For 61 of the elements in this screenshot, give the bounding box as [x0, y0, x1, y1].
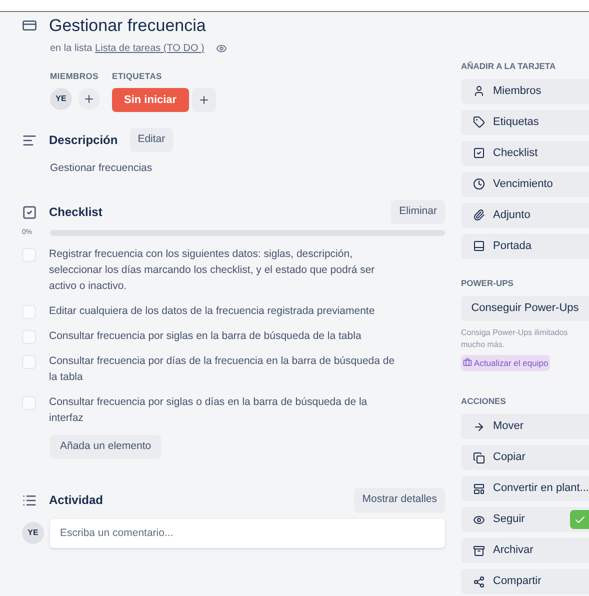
card-title: Gestionar frecuencia	[49, 15, 206, 37]
user-avatar: YE	[22, 522, 44, 544]
add-label-button[interactable]	[192, 88, 216, 112]
add-item-button[interactable]: Añada un elemento	[50, 434, 162, 458]
sidebar-button[interactable]: Portada	[461, 234, 589, 259]
section-title: Actividad	[49, 492, 104, 509]
edit-button[interactable]: Editar	[130, 128, 174, 152]
sidebar-button[interactable]: Copiar	[461, 445, 589, 470]
sidebar-button[interactable]: Adjunto	[461, 202, 589, 228]
sidebar-button[interactable]: Etiquetas	[461, 110, 589, 135]
sidebar-button[interactable]: Checklist	[461, 140, 589, 166]
details-button[interactable]: Mostrar detalles	[354, 488, 445, 512]
section-label: ETIQUETAS	[112, 70, 163, 82]
sidebar-heading: ACCIONES	[461, 395, 507, 408]
sidebar-button[interactable]: Archivar	[461, 538, 589, 563]
template-icon	[473, 482, 485, 494]
sidebar-heading: POWER-UPS	[461, 276, 514, 290]
plus-icon	[198, 94, 210, 106]
section-title: Descripción	[49, 132, 118, 150]
eye-icon	[473, 514, 485, 526]
description-text: Gestionar frecuencias	[49, 161, 154, 176]
sidebar-button[interactable]: Compartir	[461, 569, 589, 594]
checklist-item: Consultar frecuencia por siglas o días en la barra de búsqueda de la interfaz	[49, 394, 368, 426]
description-icon	[22, 132, 37, 148]
tag-icon	[473, 116, 485, 128]
paperclip-icon	[473, 209, 485, 222]
clock-icon	[473, 178, 485, 190]
section-label: MIEMBROS	[50, 70, 100, 82]
share-icon	[473, 576, 485, 588]
sidebar-button[interactable]: Miembros	[461, 78, 589, 104]
arrow-icon	[473, 420, 485, 432]
sidebar-button[interactable]: Vencimiento	[461, 172, 589, 197]
copy-icon	[473, 452, 485, 464]
user-icon	[473, 85, 485, 98]
checklist-icon	[22, 204, 37, 220]
member-avatar[interactable]: YE	[50, 88, 72, 110]
list-link[interactable]: Lista de tareas (TO DO )	[95, 42, 204, 54]
archive-icon	[473, 544, 485, 556]
powerups-button[interactable]: Conseguir Power-Ups	[461, 296, 589, 320]
section-title: Checklist	[49, 204, 102, 221]
upgrade-link[interactable]: Actualizar el equipo	[461, 354, 550, 372]
delete-button[interactable]: Eliminar	[391, 200, 445, 224]
list-info: en la lista Lista de tareas (TO DO )	[50, 42, 204, 56]
checkbox-icon	[473, 147, 485, 160]
sidebar-button[interactable]: Mover	[461, 414, 589, 439]
checklist-item: Consultar frecuencia por siglas en la barra de búsqueda de la tabla	[49, 328, 362, 344]
checklist-item: Editar cualquiera de los datos de la frecuencia registrada previamente	[49, 304, 376, 318]
eye-icon	[216, 42, 228, 54]
add-member-button[interactable]	[78, 88, 100, 110]
comment-field[interactable]: Escriba un comentario...	[50, 518, 445, 548]
activity-icon	[22, 492, 37, 508]
powerups-text: Consiga Power-Ups ilimitados mucho más.	[461, 326, 569, 350]
cover-icon	[473, 240, 485, 252]
plus-icon	[83, 93, 95, 106]
briefcase-icon	[463, 358, 472, 368]
checklist-item: Registrar frecuencia con los siguientes datos: siglas, descripción, seleccionar los días marcando los checklist, y el estado que podrá ser activo o inactivo.	[49, 246, 376, 294]
card-icon	[22, 18, 37, 34]
sidebar-button[interactable]: Seguir	[461, 507, 589, 532]
sidebar-button[interactable]: Convertir en plant...	[461, 476, 589, 501]
checklist-item: Consultar frecuencia por días de la frecuencia en la barra de búsqueda de la tabla	[49, 354, 396, 384]
sidebar-heading: AÑADIR A LA TARJETA	[461, 60, 557, 73]
